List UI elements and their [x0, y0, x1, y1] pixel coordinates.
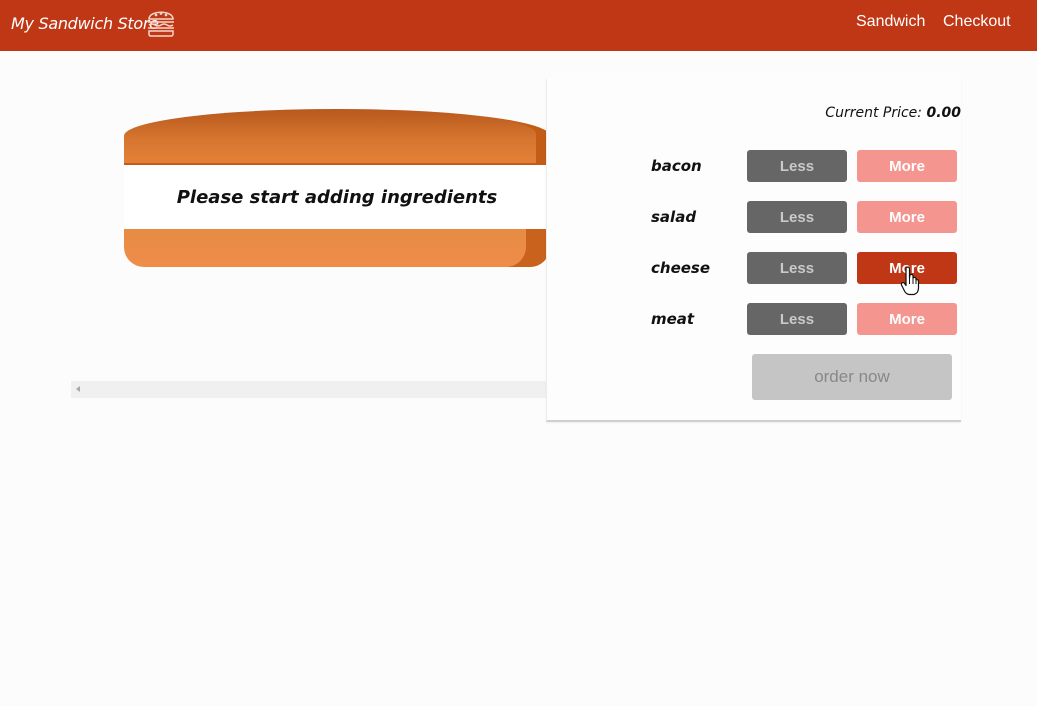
empty-sandwich-message: Please start adding ingredients: [124, 165, 550, 229]
ingredient-row-cheese: cheese Less More: [651, 252, 962, 284]
current-price: Current Price: 0.00: [825, 105, 961, 121]
bacon-more-button[interactable]: More: [857, 150, 957, 182]
scroll-left-arrow-icon[interactable]: [76, 386, 80, 392]
ingredient-label: salad: [651, 208, 697, 226]
brand-title[interactable]: My Sandwich Store: [11, 14, 159, 33]
nav-sandwich-link[interactable]: Sandwich: [856, 13, 925, 31]
ingredient-row-meat: meat Less More: [651, 303, 962, 335]
meat-more-button[interactable]: More: [857, 303, 957, 335]
bread-bottom: [124, 229, 550, 267]
price-label: Current Price:: [825, 105, 922, 121]
nav-checkout-link[interactable]: Checkout: [943, 13, 1011, 31]
salad-more-button[interactable]: More: [857, 201, 957, 233]
ingredient-label: cheese: [651, 259, 711, 277]
sandwich-preview: Please start adding ingredients: [71, 99, 621, 399]
bacon-less-button[interactable]: Less: [747, 150, 847, 182]
ingredient-label: meat: [651, 310, 695, 328]
ingredient-label: bacon: [651, 157, 702, 175]
top-bar: My Sandwich Store Sandwich Checkout: [0, 0, 1037, 51]
ingredient-row-bacon: bacon Less More: [651, 150, 962, 182]
ingredient-row-salad: salad Less More: [651, 201, 962, 233]
salad-less-button[interactable]: Less: [747, 201, 847, 233]
burger-icon: [148, 11, 174, 37]
cheese-less-button[interactable]: Less: [747, 252, 847, 284]
cheese-more-button[interactable]: More: [857, 252, 957, 284]
build-controls-panel: Current Price: 0.00 bacon Less More sala…: [546, 79, 961, 422]
meat-less-button[interactable]: Less: [747, 303, 847, 335]
preview-horizontal-scrollbar[interactable]: [71, 381, 604, 398]
price-value: 0.00: [926, 105, 961, 121]
bread-top: [124, 109, 550, 165]
order-now-button[interactable]: order now: [752, 354, 952, 400]
